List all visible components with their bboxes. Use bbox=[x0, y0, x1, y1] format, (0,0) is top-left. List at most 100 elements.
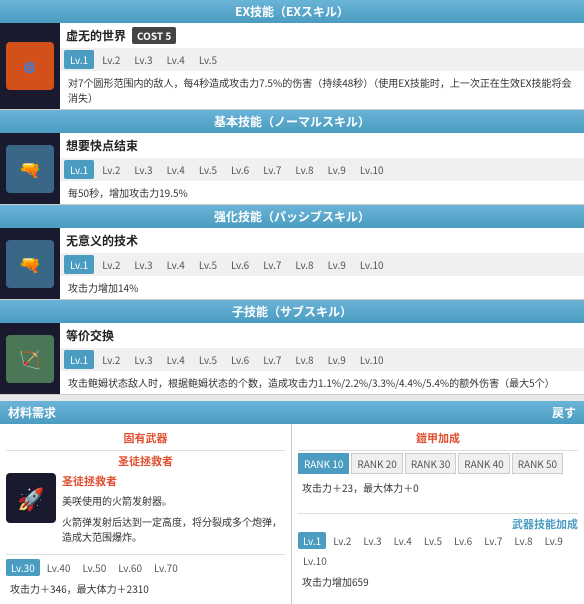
sub-level-3[interactable]: Lv.3 bbox=[128, 350, 158, 369]
ex-skill-section: EX技能（EXスキル） 🌀 虚无的世界 COST 5 Lv.1 Lv.2 Lv.… bbox=[0, 0, 584, 110]
weapon-label: 固有武器 bbox=[6, 430, 285, 446]
bonus-lv-7[interactable]: Lv.7 bbox=[479, 532, 507, 549]
normal-level-2[interactable]: Lv.2 bbox=[96, 160, 126, 179]
normal-level-9[interactable]: Lv.9 bbox=[322, 160, 352, 179]
materials-back-label[interactable]: 戻す bbox=[552, 404, 576, 421]
weapon-lv-50[interactable]: Lv.50 bbox=[78, 559, 112, 576]
normal-level-6[interactable]: Lv.6 bbox=[225, 160, 255, 179]
sub-level-7[interactable]: Lv.7 bbox=[257, 350, 287, 369]
passive-level-7[interactable]: Lv.7 bbox=[257, 255, 287, 274]
ex-skill-name: 虚无的世界 bbox=[66, 27, 126, 44]
passive-skill-level-tabs: Lv.1 Lv.2 Lv.3 Lv.4 Lv.5 Lv.6 Lv.7 Lv.8 … bbox=[60, 253, 584, 276]
materials-title: 材料需求 bbox=[8, 404, 56, 421]
passive-skill-name-row: 无意义的技术 bbox=[60, 228, 584, 253]
weapon-name-main: 圣徒拯救者 bbox=[62, 473, 285, 489]
passive-skill-name: 无意义的技术 bbox=[66, 232, 138, 249]
passive-level-8[interactable]: Lv.8 bbox=[289, 255, 319, 274]
weapon-desc-line2: 火箭弹发射后达到一定高度，将分裂成多个炮弹，造成大范围爆炸。 bbox=[62, 514, 285, 544]
weapon-name-sub: 圣徒拯救者 bbox=[6, 453, 285, 469]
sub-skill-row: 🏹 等价交换 Lv.1 Lv.2 Lv.3 Lv.4 Lv.5 Lv.6 Lv.… bbox=[0, 323, 584, 395]
bonus-lv-9[interactable]: Lv.9 bbox=[540, 532, 568, 549]
normal-skill-name: 想要快点结束 bbox=[66, 137, 138, 154]
weapon-level-row: Lv.30 Lv.40 Lv.50 Lv.60 Lv.70 bbox=[6, 559, 285, 576]
ex-level-4[interactable]: Lv.4 bbox=[161, 50, 191, 69]
ex-skill-row: 🌀 虚无的世界 COST 5 Lv.1 Lv.2 Lv.3 Lv.4 Lv.5 … bbox=[0, 23, 584, 110]
sub-level-9[interactable]: Lv.9 bbox=[322, 350, 352, 369]
ex-skill-desc: 对7个圆形范围内的敌人，每4秒造成攻击力7.5%的伤害（持续48秒）（使用EX技… bbox=[60, 71, 584, 109]
sub-level-6[interactable]: Lv.6 bbox=[225, 350, 255, 369]
bonus-lv-2[interactable]: Lv.2 bbox=[328, 532, 356, 549]
sub-level-2[interactable]: Lv.2 bbox=[96, 350, 126, 369]
sub-level-5[interactable]: Lv.5 bbox=[193, 350, 223, 369]
passive-level-2[interactable]: Lv.2 bbox=[96, 255, 126, 274]
passive-skill-section: 强化技能（パッシブスキル） 🔫 无意义的技术 Lv.1 Lv.2 Lv.3 Lv… bbox=[0, 205, 584, 300]
normal-skill-content: 想要快点结束 Lv.1 Lv.2 Lv.3 Lv.4 Lv.5 Lv.6 Lv.… bbox=[60, 133, 584, 204]
bonus-lv-5[interactable]: Lv.5 bbox=[419, 532, 447, 549]
normal-level-1[interactable]: Lv.1 bbox=[64, 160, 94, 179]
normal-level-8[interactable]: Lv.8 bbox=[289, 160, 319, 179]
normal-skill-row: 🔫 想要快点结束 Lv.1 Lv.2 Lv.3 Lv.4 Lv.5 Lv.6 L… bbox=[0, 133, 584, 205]
rank-40[interactable]: RANK 40 bbox=[458, 453, 509, 474]
passive-level-4[interactable]: Lv.4 bbox=[161, 255, 191, 274]
rank-bonus-text: 攻击力＋23，最大体力＋0 bbox=[298, 478, 578, 497]
passive-level-10[interactable]: Lv.10 bbox=[354, 255, 390, 274]
passive-level-6[interactable]: Lv.6 bbox=[225, 255, 255, 274]
weapon-bonus-level-row: Lv.1 Lv.2 Lv.3 Lv.4 Lv.5 Lv.6 Lv.7 Lv.8 … bbox=[298, 532, 578, 549]
normal-skill-name-row: 想要快点结束 bbox=[60, 133, 584, 158]
rank-tabs: RANK 10 RANK 20 RANK 30 RANK 40 RANK 50 bbox=[298, 453, 578, 474]
sub-level-8[interactable]: Lv.8 bbox=[289, 350, 319, 369]
weapon-lv-60[interactable]: Lv.60 bbox=[113, 559, 147, 576]
passive-skill-content: 无意义的技术 Lv.1 Lv.2 Lv.3 Lv.4 Lv.5 Lv.6 Lv.… bbox=[60, 228, 584, 299]
ex-level-3[interactable]: Lv.3 bbox=[128, 50, 158, 69]
weapon-thumbnail: 🚀 bbox=[6, 473, 56, 523]
bonus-lv-6[interactable]: Lv.6 bbox=[449, 532, 477, 549]
bonus-lv-1[interactable]: Lv.1 bbox=[298, 532, 326, 549]
passive-skill-header: 强化技能（パッシブスキル） bbox=[0, 205, 584, 228]
sub-level-4[interactable]: Lv.4 bbox=[161, 350, 191, 369]
passive-level-1[interactable]: Lv.1 bbox=[64, 255, 94, 274]
weapon-section: 固有武器 圣徒拯救者 🚀 圣徒拯救者 美咲使用的火箭发射器。 火箭弹发射后达到一… bbox=[0, 424, 292, 604]
weapon-bonus-desc: 攻击力增加659 bbox=[298, 572, 578, 591]
materials-header: 材料需求 戻す bbox=[0, 401, 584, 424]
sub-level-1[interactable]: Lv.1 bbox=[64, 350, 94, 369]
ex-skill-header: EX技能（EXスキル） bbox=[0, 0, 584, 23]
rank-20[interactable]: RANK 20 bbox=[351, 453, 402, 474]
normal-level-7[interactable]: Lv.7 bbox=[257, 160, 287, 179]
sub-skill-icon: 🏹 bbox=[0, 323, 60, 394]
normal-skill-section: 基本技能（ノーマルスキル） 🔫 想要快点结束 Lv.1 Lv.2 Lv.3 Lv… bbox=[0, 110, 584, 205]
sub-skill-name: 等价交换 bbox=[66, 327, 114, 344]
ex-skill-icon-img: 🌀 bbox=[6, 42, 54, 90]
ex-level-2[interactable]: Lv.2 bbox=[96, 50, 126, 69]
sub-level-10[interactable]: Lv.10 bbox=[354, 350, 390, 369]
passive-level-3[interactable]: Lv.3 bbox=[128, 255, 158, 274]
weapon-desc-line1: 美咲使用的火箭发射器。 bbox=[62, 493, 285, 508]
passive-level-5[interactable]: Lv.5 bbox=[193, 255, 223, 274]
sub-skill-level-tabs: Lv.1 Lv.2 Lv.3 Lv.4 Lv.5 Lv.6 Lv.7 Lv.8 … bbox=[60, 348, 584, 371]
weapon-lv-30[interactable]: Lv.30 bbox=[6, 559, 40, 576]
bonus-lv-3[interactable]: Lv.3 bbox=[358, 532, 386, 549]
passive-skill-row: 🔫 无意义的技术 Lv.1 Lv.2 Lv.3 Lv.4 Lv.5 Lv.6 L… bbox=[0, 228, 584, 300]
normal-skill-level-tabs: Lv.1 Lv.2 Lv.3 Lv.4 Lv.5 Lv.6 Lv.7 Lv.8 … bbox=[60, 158, 584, 181]
normal-level-10[interactable]: Lv.10 bbox=[354, 160, 390, 179]
rank-10[interactable]: RANK 10 bbox=[298, 453, 349, 474]
ex-level-1[interactable]: Lv.1 bbox=[64, 50, 94, 69]
rank-50[interactable]: RANK 50 bbox=[512, 453, 563, 474]
weapon-lv-70[interactable]: Lv.70 bbox=[149, 559, 183, 576]
passive-level-9[interactable]: Lv.9 bbox=[322, 255, 352, 274]
weapon-bonus-level10-row: Lv.10 bbox=[298, 552, 578, 569]
bonus-lv-10[interactable]: Lv.10 bbox=[298, 552, 332, 569]
bonus-lv-4[interactable]: Lv.4 bbox=[389, 532, 417, 549]
sub-skill-icon-img: 🏹 bbox=[6, 335, 54, 383]
normal-skill-desc: 每50秒，增加攻击力19.5% bbox=[60, 181, 584, 204]
bonus-lv-8[interactable]: Lv.8 bbox=[509, 532, 537, 549]
ex-level-5[interactable]: Lv.5 bbox=[193, 50, 223, 69]
normal-level-4[interactable]: Lv.4 bbox=[161, 160, 191, 179]
weapon-lv-40[interactable]: Lv.40 bbox=[42, 559, 76, 576]
sub-skill-desc: 攻击鲍姆状态敌人时，根据鲍姆状态的个数，造成攻击力1.1%/2.2%/3.3%/… bbox=[60, 371, 584, 394]
rank-30[interactable]: RANK 30 bbox=[405, 453, 456, 474]
sub-skill-section: 子技能（サブスキル） 🏹 等价交换 Lv.1 Lv.2 Lv.3 Lv.4 Lv… bbox=[0, 300, 584, 395]
sub-skill-content: 等价交换 Lv.1 Lv.2 Lv.3 Lv.4 Lv.5 Lv.6 Lv.7 … bbox=[60, 323, 584, 394]
normal-level-5[interactable]: Lv.5 bbox=[193, 160, 223, 179]
normal-level-3[interactable]: Lv.3 bbox=[128, 160, 158, 179]
bonus-label: 鎧甲加成 bbox=[298, 430, 578, 446]
